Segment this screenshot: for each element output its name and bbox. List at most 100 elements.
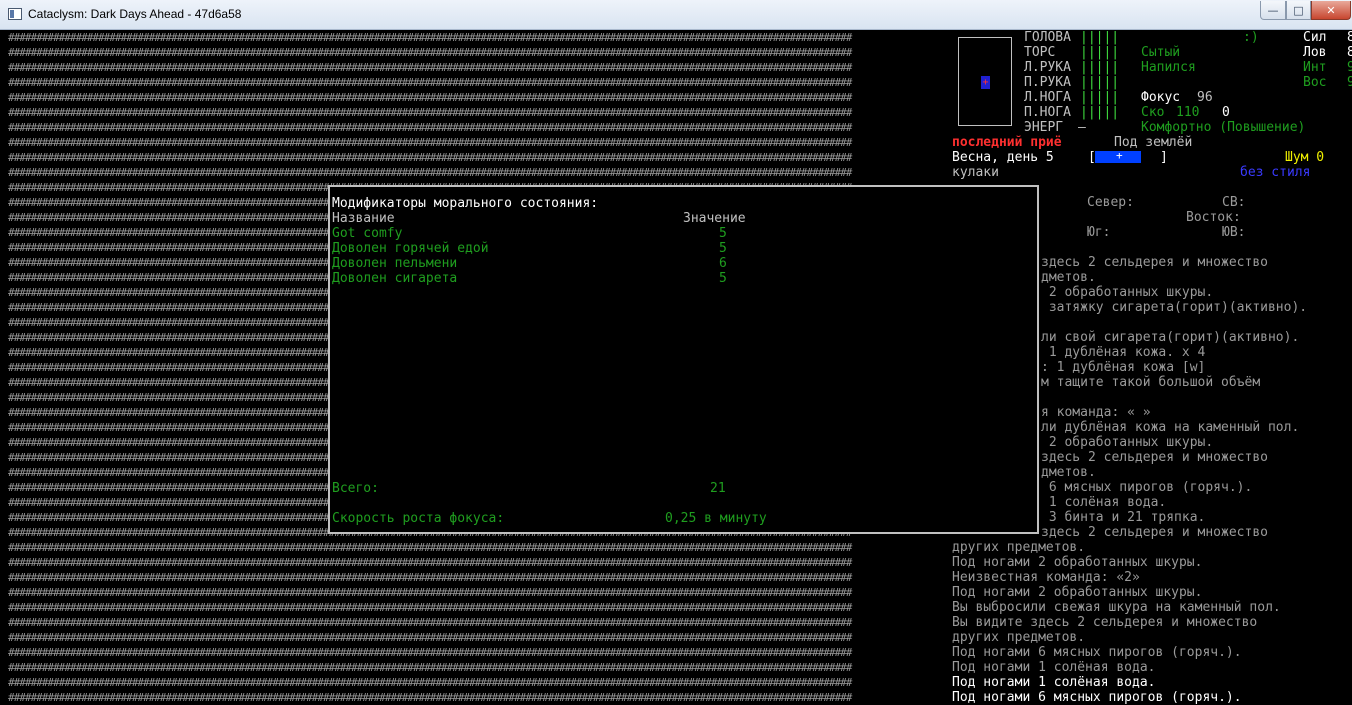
compass-east: Восток: xyxy=(1186,210,1241,225)
focus-gain-value: 0,25 в минуту xyxy=(665,511,767,526)
morale-title: Модификаторы морального состояния: xyxy=(332,196,599,211)
speed-label: Ско xyxy=(1141,105,1165,120)
last-meal-status: последний приё xyxy=(952,135,1062,150)
stat-value: 8 xyxy=(1347,30,1352,45)
message-line: затяжку сигарета(горит)(активно). xyxy=(1041,300,1308,315)
mood-smiley: :) xyxy=(1243,30,1259,45)
morale-total-value: 21 xyxy=(710,481,726,496)
stat-label: Сил xyxy=(1303,30,1327,45)
date-label: Весна, день 5 xyxy=(952,150,1054,165)
body-part-name: Л.НОГА xyxy=(1024,90,1071,105)
body-part-health-bar: — xyxy=(1078,120,1086,135)
close-button[interactable]: ✕ xyxy=(1311,1,1351,20)
message-line: других предметов. xyxy=(952,630,1086,645)
focus-label: Фокус xyxy=(1141,90,1181,105)
stat-value: 8 xyxy=(1347,45,1352,60)
thirst-status: Напился xyxy=(1141,60,1196,75)
martial-style-label: без стиля xyxy=(1240,165,1311,180)
morale-row-value: 5 xyxy=(719,241,727,256)
stat-label: Инт xyxy=(1303,60,1327,75)
morale-row-value: 5 xyxy=(719,271,727,286)
message-line: ли свой сигарета(горит)(активно). xyxy=(1041,330,1300,345)
message-line: м тащите такой большой объём xyxy=(1041,375,1261,390)
compass-northeast: СВ: xyxy=(1222,195,1246,210)
weapon-label: кулаки xyxy=(952,165,999,180)
focus-gain-label: Скорость роста фокуса: xyxy=(332,511,505,526)
body-part-health-bar: ||||| xyxy=(1080,45,1120,60)
message-line: дметов. xyxy=(1041,270,1096,285)
minimize-icon: — xyxy=(1267,3,1279,17)
body-part-name: П.РУКА xyxy=(1024,75,1071,90)
comfort-status: Комфортно (Повышение) xyxy=(1141,120,1306,135)
body-part-name: ЭНЕРГ xyxy=(1024,120,1064,135)
message-line: 6 мясных пирогов (горяч.). xyxy=(1041,480,1253,495)
message-line: я команда: « » xyxy=(1041,405,1151,420)
compass-north: Север: xyxy=(1087,195,1134,210)
message-line: 1 дублёная кожа. x 4 xyxy=(1041,345,1206,360)
message-line: Под ногами 2 обработанных шкуры. xyxy=(952,585,1203,600)
body-part-name: ГОЛОВА xyxy=(1024,30,1071,45)
message-line: : 1 дублёная кожа [w] xyxy=(1041,360,1206,375)
minimap: + xyxy=(958,37,1012,126)
morale-total-label: Всего: xyxy=(332,481,379,496)
morale-row-value: 5 xyxy=(719,226,727,241)
speed-value: 110 xyxy=(1176,105,1200,120)
style-bracket-close: ] xyxy=(1160,150,1168,165)
stat-value: 9 xyxy=(1347,75,1352,90)
speed-extra: 0 xyxy=(1222,105,1230,120)
morale-row-name: Доволен сигарета xyxy=(332,271,458,286)
compass-south: Юг: xyxy=(1087,225,1111,240)
message-line: Под ногами 6 мясных пирогов (горяч.). xyxy=(952,645,1242,660)
message-line: Под ногами 2 обработанных шкуры. xyxy=(952,555,1203,570)
message-line: здесь 2 сельдерея и множество xyxy=(1041,255,1268,270)
message-line: Неизвестная команда: «2» xyxy=(952,570,1140,585)
message-line: 1 солёная вода. xyxy=(1041,495,1167,510)
player-marker: + xyxy=(981,76,990,89)
body-part-health-bar: ||||| xyxy=(1080,105,1120,120)
message-line: 3 бинта и 21 тряпка. xyxy=(1041,510,1206,525)
morale-row-name: Got comfy xyxy=(332,226,403,241)
maximize-button[interactable]: □ xyxy=(1286,1,1311,20)
stat-label: Лов xyxy=(1303,45,1327,60)
message-line: дметов. xyxy=(1041,465,1096,480)
body-part-health-bar: ||||| xyxy=(1080,75,1120,90)
focus-value: 96 xyxy=(1197,90,1213,105)
window-title: Cataclysm: Dark Days Ahead - 47d6a58 xyxy=(28,7,242,21)
stat-value: 9 xyxy=(1347,60,1352,75)
noise-level: Шум 0 xyxy=(1285,150,1325,165)
message-line: других предметов. xyxy=(952,540,1086,555)
hunger-status: Сытый xyxy=(1141,45,1181,60)
morale-column-name: Название xyxy=(332,211,395,226)
compass-southeast: ЮВ: xyxy=(1222,225,1246,240)
message-line: Вы выбросили свежая шкура на каменный по… xyxy=(952,600,1281,615)
message-line: Под ногами 1 солёная вода. xyxy=(952,675,1156,690)
app-icon xyxy=(8,8,22,20)
body-part-health-bar: ||||| xyxy=(1080,30,1120,45)
message-line: Вы видите здесь 2 сельдерея и множество xyxy=(952,615,1258,630)
style-indicator: + xyxy=(1095,149,1141,163)
game-terminal[interactable]: ########################################… xyxy=(0,30,1352,705)
body-part-name: ТОРС xyxy=(1024,45,1056,60)
morale-row-name: Доволен горячей едой xyxy=(332,241,489,256)
message-line: Под ногами 1 солёная вода. xyxy=(952,660,1156,675)
message-line: здесь 2 сельдерея и множество xyxy=(1041,450,1268,465)
morale-row-value: 6 xyxy=(719,256,727,271)
body-part-health-bar: ||||| xyxy=(1080,90,1120,105)
morale-column-value: Значение xyxy=(683,211,746,226)
message-line: Под ногами 6 мясных пирогов (горяч.). xyxy=(952,690,1242,705)
body-part-name: Л.РУКА xyxy=(1024,60,1071,75)
style-marker: + xyxy=(1116,149,1123,162)
maximize-icon: □ xyxy=(1293,3,1304,17)
message-line: ли дублёная кожа на каменный пол. xyxy=(1041,420,1300,435)
stat-label: Вос xyxy=(1303,75,1327,90)
message-line: здесь 2 сельдерея и множество xyxy=(1041,525,1268,540)
location-label: Под землёй xyxy=(1114,135,1193,150)
minimize-button[interactable]: — xyxy=(1260,1,1286,20)
message-line: 2 обработанных шкуры. xyxy=(1041,435,1214,450)
morale-window[interactable]: Модификаторы морального состояния: Назва… xyxy=(328,185,1039,534)
body-part-health-bar: ||||| xyxy=(1080,60,1120,75)
body-part-name: П.НОГА xyxy=(1024,105,1071,120)
title-bar: Cataclysm: Dark Days Ahead - 47d6a58 — □… xyxy=(0,0,1352,30)
morale-row-name: Доволен пельмени xyxy=(332,256,458,271)
message-line: 2 обработанных шкуры. xyxy=(1041,285,1214,300)
